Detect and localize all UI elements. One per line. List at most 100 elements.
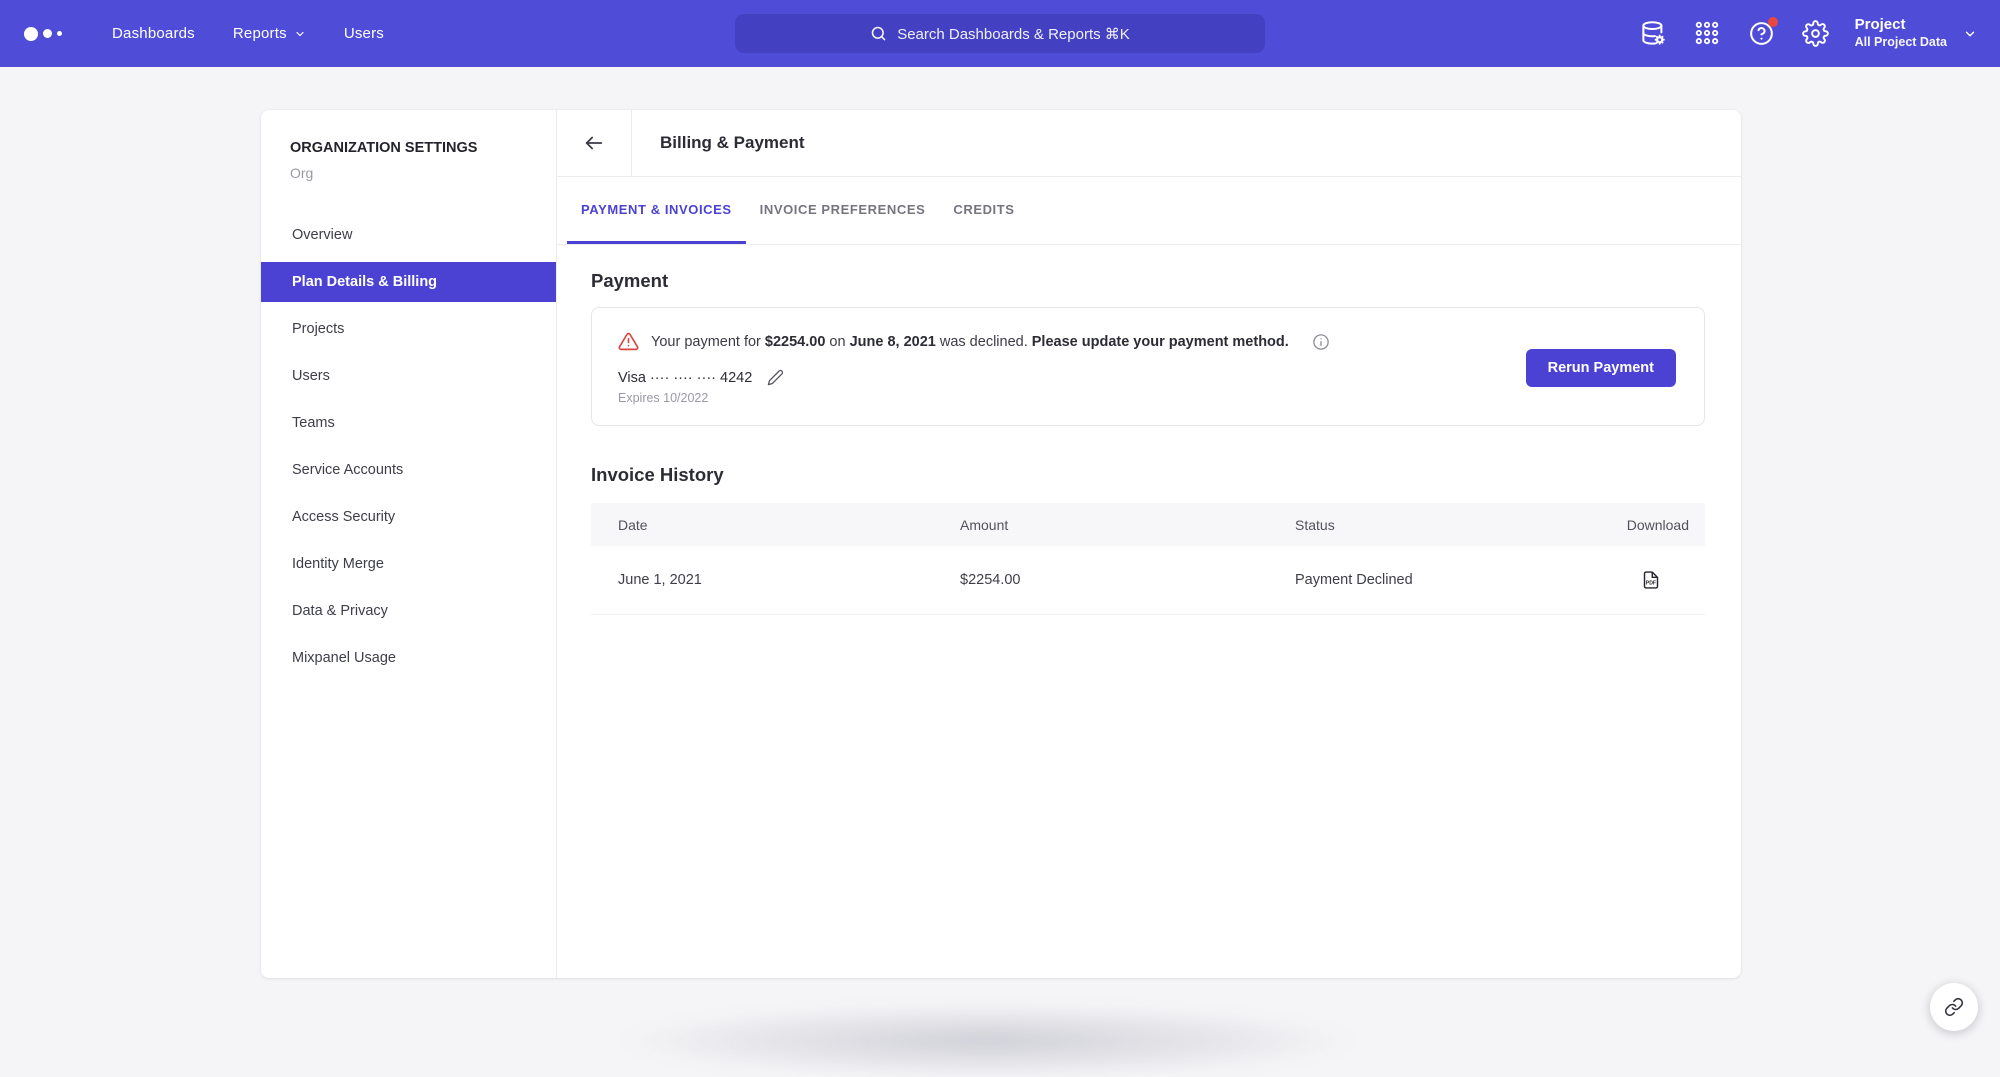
data-management-icon[interactable] — [1640, 20, 1667, 47]
project-switcher-title: Project — [1855, 16, 1947, 35]
tab-content: Payment Your payment for $2254.00 on Jun… — [557, 245, 1741, 615]
sidebar-item-label: Overview — [292, 227, 352, 243]
invoice-amount-cell: $2254.00 — [960, 572, 1295, 588]
table-row: June 1, 2021 $2254.00 Payment Declined P… — [591, 546, 1705, 615]
info-icon[interactable] — [1312, 333, 1330, 351]
settings-sidebar: ORGANIZATION SETTINGS Org Overview Plan … — [261, 110, 557, 978]
sidebar-item-teams[interactable]: Teams — [261, 403, 556, 443]
payment-card-details: Your payment for $2254.00 on June 8, 202… — [618, 331, 1526, 405]
project-switcher[interactable]: Project All Project Data — [1855, 16, 1977, 50]
warning-triangle-icon — [618, 331, 639, 352]
invoice-download-cell: PDF — [1569, 569, 1689, 591]
payment-method-row: Visa ···· ···· ···· 4242 — [618, 369, 1526, 386]
column-header-status: Status — [1295, 517, 1569, 533]
invoice-history-section: Invoice History Date Amount Status Downl… — [591, 464, 1705, 615]
sidebar-item-label: Users — [292, 368, 330, 384]
nav-dashboards-label: Dashboards — [112, 25, 195, 42]
tab-label: CREDITS — [953, 202, 1014, 217]
sidebar-item-users[interactable]: Users — [261, 356, 556, 396]
sidebar-item-projects[interactable]: Projects — [261, 309, 556, 349]
svg-text:PDF: PDF — [1646, 581, 1656, 587]
sidebar-item-plan-details-billing[interactable]: Plan Details & Billing — [261, 262, 556, 302]
tab-label: INVOICE PREFERENCES — [760, 202, 926, 217]
sidebar-item-label: Plan Details & Billing — [292, 274, 437, 290]
share-link-button[interactable] — [1930, 983, 1978, 1031]
card-expiry-label: Expires 10/2022 — [618, 391, 1526, 405]
notification-badge — [1768, 17, 1778, 27]
alert-mid: on — [825, 334, 849, 350]
sidebar-item-data-privacy[interactable]: Data & Privacy — [261, 591, 556, 631]
invoice-status-cell: Payment Declined — [1295, 572, 1569, 588]
sidebar-item-access-security[interactable]: Access Security — [261, 497, 556, 537]
payment-card: Your payment for $2254.00 on June 8, 202… — [591, 307, 1705, 426]
column-header-download: Download — [1569, 517, 1689, 533]
sidebar-item-label: Service Accounts — [292, 462, 403, 478]
link-icon — [1944, 997, 1964, 1017]
sidebar-item-service-accounts[interactable]: Service Accounts — [261, 450, 556, 490]
top-navigation-bar: Dashboards Reports Users Search Dashboar… — [0, 0, 2000, 67]
content-header: Billing & Payment — [557, 110, 1741, 177]
tab-invoice-preferences[interactable]: INVOICE PREFERENCES — [746, 177, 940, 244]
invoice-table-header: Date Amount Status Download — [591, 503, 1705, 546]
chevron-down-icon — [294, 28, 306, 40]
card-number-label: Visa ···· ···· ···· 4242 — [618, 370, 752, 386]
tab-label: PAYMENT & INVOICES — [581, 202, 732, 217]
sidebar-item-label: Mixpanel Usage — [292, 650, 396, 666]
alert-cta: Please update your payment method. — [1032, 334, 1289, 350]
mixpanel-logo[interactable] — [24, 27, 88, 41]
edit-pencil-icon[interactable] — [767, 369, 784, 386]
nav-users[interactable]: Users — [344, 25, 384, 42]
main-nav: Dashboards Reports Users — [112, 25, 384, 42]
sidebar-item-label: Data & Privacy — [292, 603, 388, 619]
page-title: Billing & Payment — [660, 110, 805, 176]
search-icon — [870, 25, 887, 42]
alert-prefix: Your payment for — [651, 334, 765, 350]
topbar-actions: Project All Project Data — [1613, 16, 1977, 50]
alert-date: June 8, 2021 — [850, 334, 936, 350]
logo-dot-large — [24, 27, 38, 41]
back-button[interactable] — [557, 110, 632, 176]
organization-settings-panel: ORGANIZATION SETTINGS Org Overview Plan … — [261, 110, 1741, 978]
tab-payment-invoices[interactable]: PAYMENT & INVOICES — [567, 177, 746, 244]
apps-grid-icon[interactable] — [1694, 20, 1721, 47]
arrow-left-icon — [583, 132, 605, 154]
global-search-bar[interactable]: Search Dashboards & Reports ⌘K — [735, 14, 1265, 53]
sidebar-item-label: Projects — [292, 321, 344, 337]
search-placeholder: Search Dashboards & Reports ⌘K — [897, 25, 1130, 43]
nav-dashboards[interactable]: Dashboards — [112, 25, 195, 42]
sidebar-item-mixpanel-usage[interactable]: Mixpanel Usage — [261, 638, 556, 678]
rerun-payment-button[interactable]: Rerun Payment — [1526, 349, 1676, 387]
settings-gear-icon[interactable] — [1802, 20, 1829, 47]
column-header-date: Date — [618, 517, 960, 533]
sidebar-item-label: Teams — [292, 415, 335, 431]
logo-dot-small — [57, 31, 62, 36]
logo-dot-medium — [43, 29, 52, 38]
sidebar-item-label: Access Security — [292, 509, 395, 525]
billing-tabs: PAYMENT & INVOICES INVOICE PREFERENCES C… — [557, 177, 1741, 245]
project-switcher-subtitle: All Project Data — [1855, 35, 1947, 51]
invoice-table: Date Amount Status Download June 1, 2021… — [591, 503, 1705, 615]
alert-message: Your payment for $2254.00 on June 8, 202… — [651, 334, 1289, 350]
invoice-date-cell: June 1, 2021 — [618, 572, 960, 588]
sidebar-item-identity-merge[interactable]: Identity Merge — [261, 544, 556, 584]
billing-content: Billing & Payment PAYMENT & INVOICES INV… — [557, 110, 1741, 978]
payment-section-heading: Payment — [591, 270, 1705, 292]
sidebar-nav-list: Overview Plan Details & Billing Projects… — [261, 215, 556, 678]
invoice-history-heading: Invoice History — [591, 464, 1705, 486]
sidebar-heading: ORGANIZATION SETTINGS — [261, 140, 556, 156]
alert-amount: $2254.00 — [765, 334, 825, 350]
pdf-download-icon[interactable]: PDF — [1641, 569, 1661, 591]
sidebar-org-name: Org — [261, 156, 556, 181]
help-icon[interactable] — [1748, 20, 1775, 47]
chevron-down-icon — [1963, 27, 1977, 41]
bottom-edge-shadow — [610, 1005, 1365, 1077]
alert-suffix: was declined. — [936, 334, 1032, 350]
nav-users-label: Users — [344, 25, 384, 42]
tab-credits[interactable]: CREDITS — [939, 177, 1028, 244]
sidebar-item-label: Identity Merge — [292, 556, 384, 572]
column-header-amount: Amount — [960, 517, 1295, 533]
nav-reports[interactable]: Reports — [233, 25, 306, 42]
sidebar-item-overview[interactable]: Overview — [261, 215, 556, 255]
nav-reports-label: Reports — [233, 25, 287, 42]
payment-declined-alert: Your payment for $2254.00 on June 8, 202… — [618, 331, 1526, 352]
